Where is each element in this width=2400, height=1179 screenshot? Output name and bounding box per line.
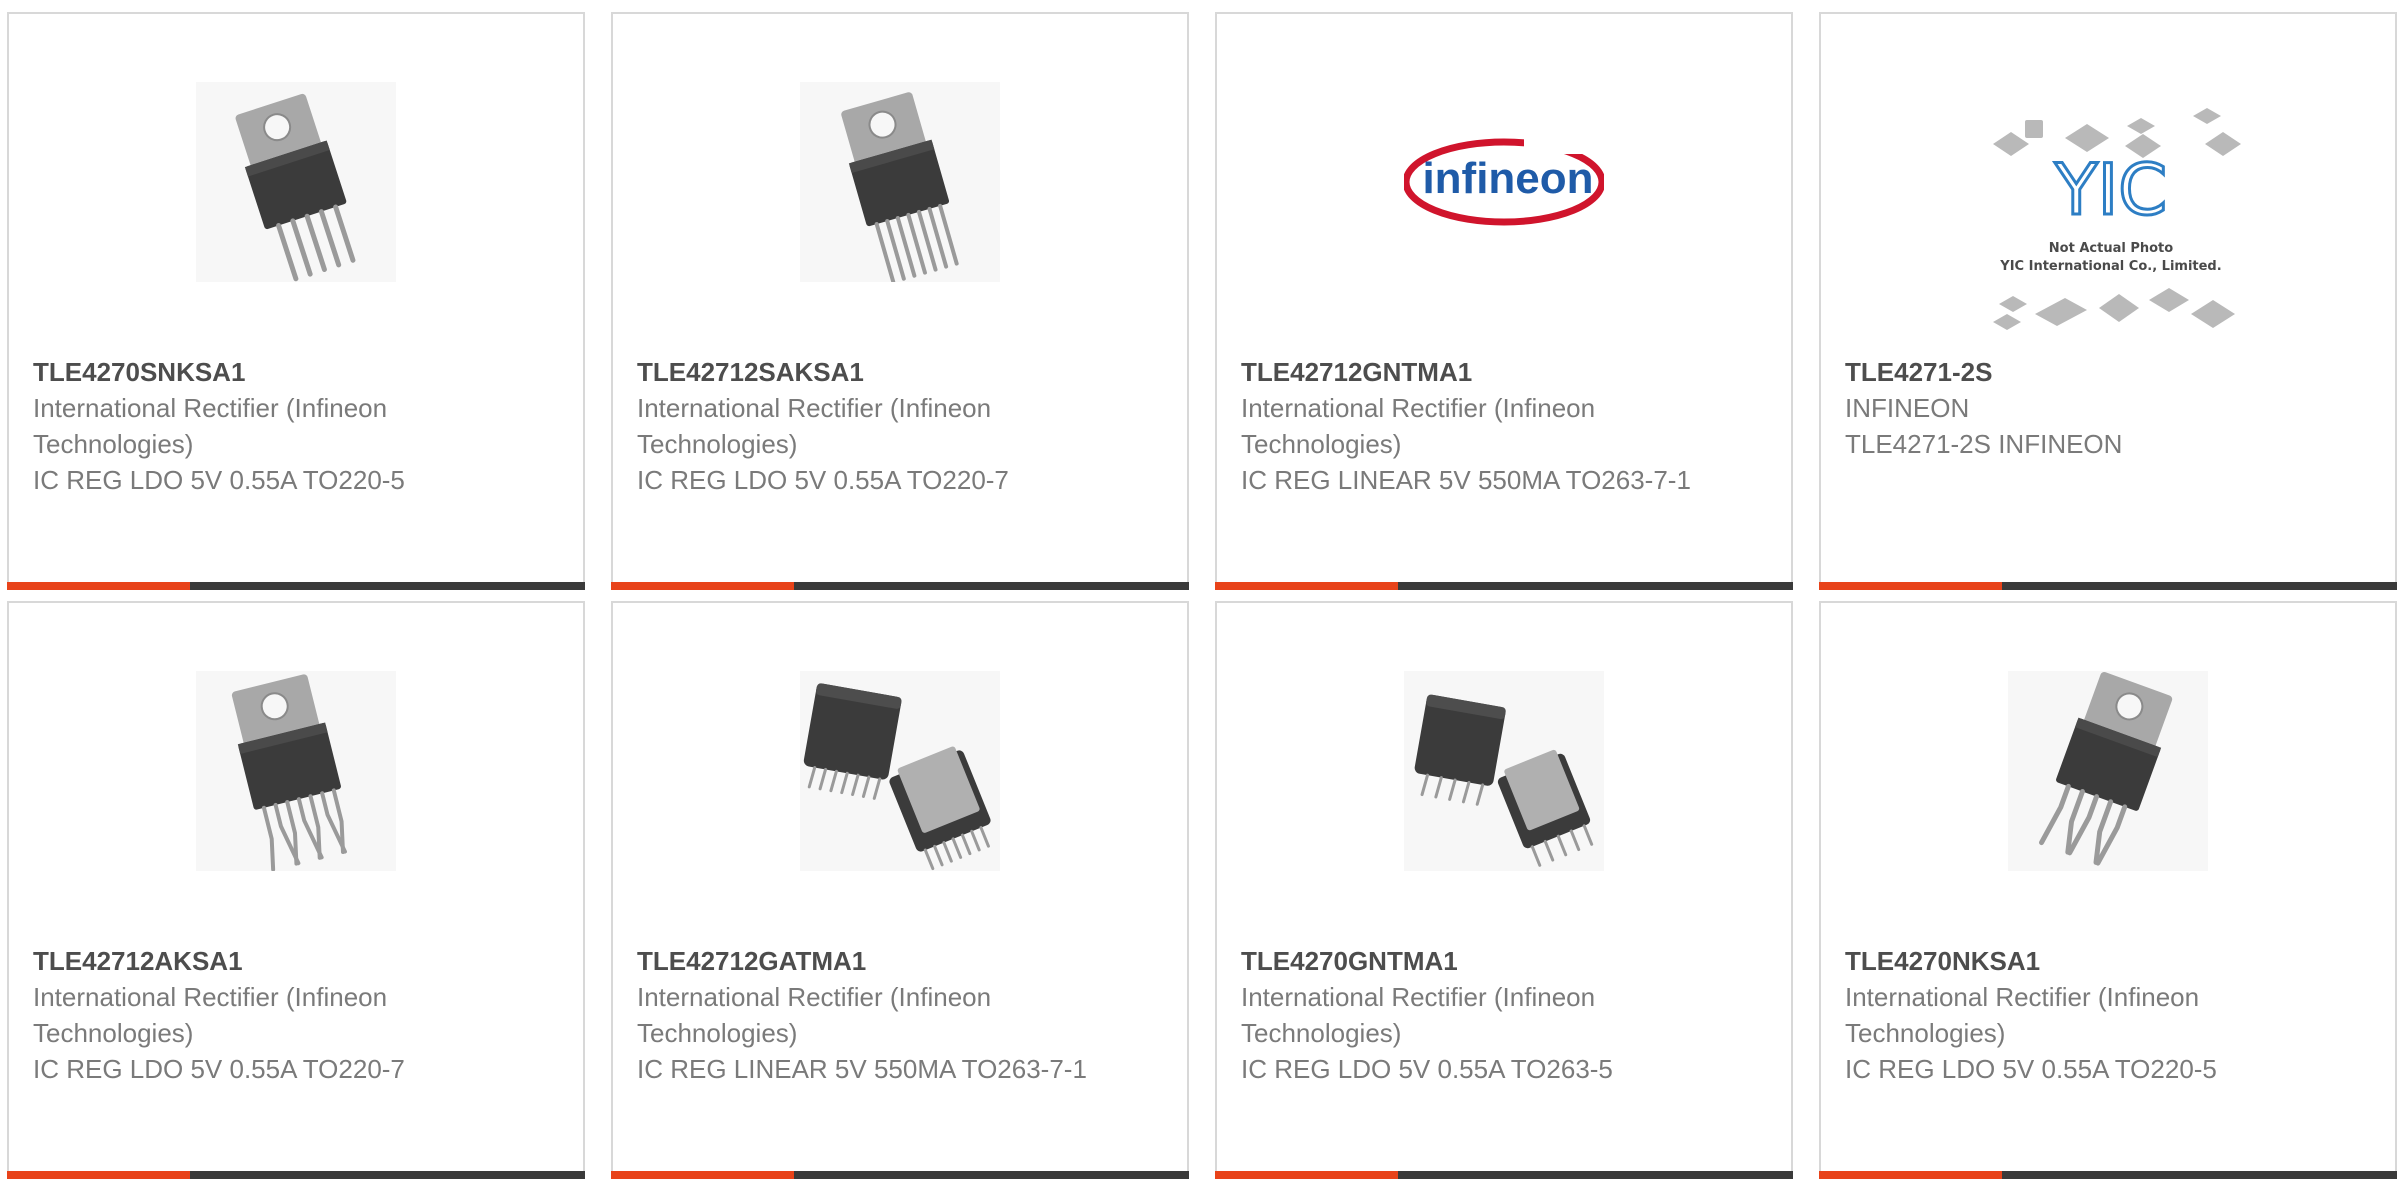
description: IC REG LDO 5V 0.55A TO263-5 — [1241, 1054, 1613, 1084]
description: IC REG LDO 5V 0.55A TO220-5 — [33, 465, 405, 495]
yic-placeholder[interactable]: YIC Not Actual Photo YIC International C… — [1979, 104, 2243, 344]
manufacturer: International Rectifier (Infineon Techno… — [1241, 393, 1596, 459]
product-info: TLE42712SAKSA1 International Rectifier (… — [637, 354, 1157, 498]
product-grid: TLE4270SNKSA1 International Rectifier (I… — [0, 0, 2400, 1179]
to220-5-bent-package-icon[interactable] — [2008, 671, 2208, 871]
part-number-link[interactable]: TLE42712SAKSA1 — [637, 354, 1157, 390]
to220-7-bent-package-icon[interactable] — [196, 671, 396, 871]
product-card[interactable]: YIC Not Actual Photo YIC International C… — [1819, 12, 2397, 590]
manufacturer: International Rectifier (Infineon Techno… — [1845, 982, 2200, 1048]
card-accent — [1819, 1171, 2002, 1179]
yic-logo-text: YIC — [2054, 149, 2167, 231]
manufacturer: International Rectifier (Infineon Techno… — [33, 393, 388, 459]
to263-5-package-icon[interactable] — [1404, 671, 1604, 871]
manufacturer: International Rectifier (Infineon Techno… — [637, 393, 992, 459]
description: TLE4271-2S INFINEON — [1845, 429, 2123, 459]
infineon-logo[interactable]: infineon — [1404, 82, 1604, 282]
part-number-link[interactable]: TLE4270GNTMA1 — [1241, 943, 1761, 979]
card-bottom-bar — [611, 1171, 1189, 1179]
manufacturer: International Rectifier (Infineon Techno… — [637, 982, 992, 1048]
card-bottom-bar — [1819, 582, 2397, 590]
card-accent — [1819, 582, 2002, 590]
card-accent — [611, 1171, 794, 1179]
description: IC REG LINEAR 5V 550MA TO263-7-1 — [1241, 465, 1691, 495]
card-accent — [611, 582, 794, 590]
infineon-logo-text: infineon — [1422, 154, 1593, 203]
product-info: TLE4271-2S INFINEON TLE4271-2S INFINEON — [1845, 354, 2365, 462]
manufacturer: International Rectifier (Infineon Techno… — [33, 982, 388, 1048]
part-number-link[interactable]: TLE4271-2S — [1845, 354, 2365, 390]
product-card[interactable]: TLE42712GATMA1 International Rectifier (… — [611, 601, 1189, 1179]
yic-caption-line2: YIC International Co., Limited. — [1999, 259, 2221, 274]
card-bottom-bar — [7, 582, 585, 590]
yic-caption-line1: Not Actual Photo — [2049, 241, 2173, 256]
product-card[interactable]: infineon TLE42712GNTMA1 International Re… — [1215, 12, 1793, 590]
description: IC REG LDO 5V 0.55A TO220-7 — [33, 1054, 405, 1084]
product-info: TLE4270NKSA1 International Rectifier (In… — [1845, 943, 2365, 1087]
card-accent — [1215, 1171, 1398, 1179]
to220-5-package-icon[interactable] — [196, 82, 396, 282]
description: IC REG LINEAR 5V 550MA TO263-7-1 — [637, 1054, 1087, 1084]
product-card[interactable]: TLE4270GNTMA1 International Rectifier (I… — [1215, 601, 1793, 1179]
product-card[interactable]: TLE4270SNKSA1 International Rectifier (I… — [7, 12, 585, 590]
manufacturer: International Rectifier (Infineon Techno… — [1241, 982, 1596, 1048]
card-bottom-bar — [1819, 1171, 2397, 1179]
part-number-link[interactable]: TLE42712AKSA1 — [33, 943, 553, 979]
product-card[interactable]: TLE42712SAKSA1 International Rectifier (… — [611, 12, 1189, 590]
part-number-link[interactable]: TLE4270NKSA1 — [1845, 943, 2365, 979]
card-bottom-bar — [1215, 582, 1793, 590]
card-accent — [7, 1171, 190, 1179]
card-accent — [1215, 582, 1398, 590]
product-card[interactable]: TLE42712AKSA1 International Rectifier (I… — [7, 601, 585, 1179]
description: IC REG LDO 5V 0.55A TO220-5 — [1845, 1054, 2217, 1084]
card-bottom-bar — [611, 582, 1189, 590]
card-bottom-bar — [1215, 1171, 1793, 1179]
product-info: TLE4270GNTMA1 International Rectifier (I… — [1241, 943, 1761, 1087]
part-number-link[interactable]: TLE42712GNTMA1 — [1241, 354, 1761, 390]
description: IC REG LDO 5V 0.55A TO220-7 — [637, 465, 1009, 495]
product-info: TLE42712GNTMA1 International Rectifier (… — [1241, 354, 1761, 498]
product-card[interactable]: TLE4270NKSA1 International Rectifier (In… — [1819, 601, 2397, 1179]
part-number-link[interactable]: TLE4270SNKSA1 — [33, 354, 553, 390]
product-info: TLE4270SNKSA1 International Rectifier (I… — [33, 354, 553, 498]
to220-7-package-icon[interactable] — [800, 82, 1000, 282]
manufacturer: INFINEON — [1845, 393, 1970, 423]
part-number-link[interactable]: TLE42712GATMA1 — [637, 943, 1157, 979]
to263-7-package-icon[interactable] — [800, 671, 1000, 871]
product-info: TLE42712AKSA1 International Rectifier (I… — [33, 943, 553, 1087]
card-accent — [7, 582, 190, 590]
product-info: TLE42712GATMA1 International Rectifier (… — [637, 943, 1157, 1087]
card-bottom-bar — [7, 1171, 585, 1179]
